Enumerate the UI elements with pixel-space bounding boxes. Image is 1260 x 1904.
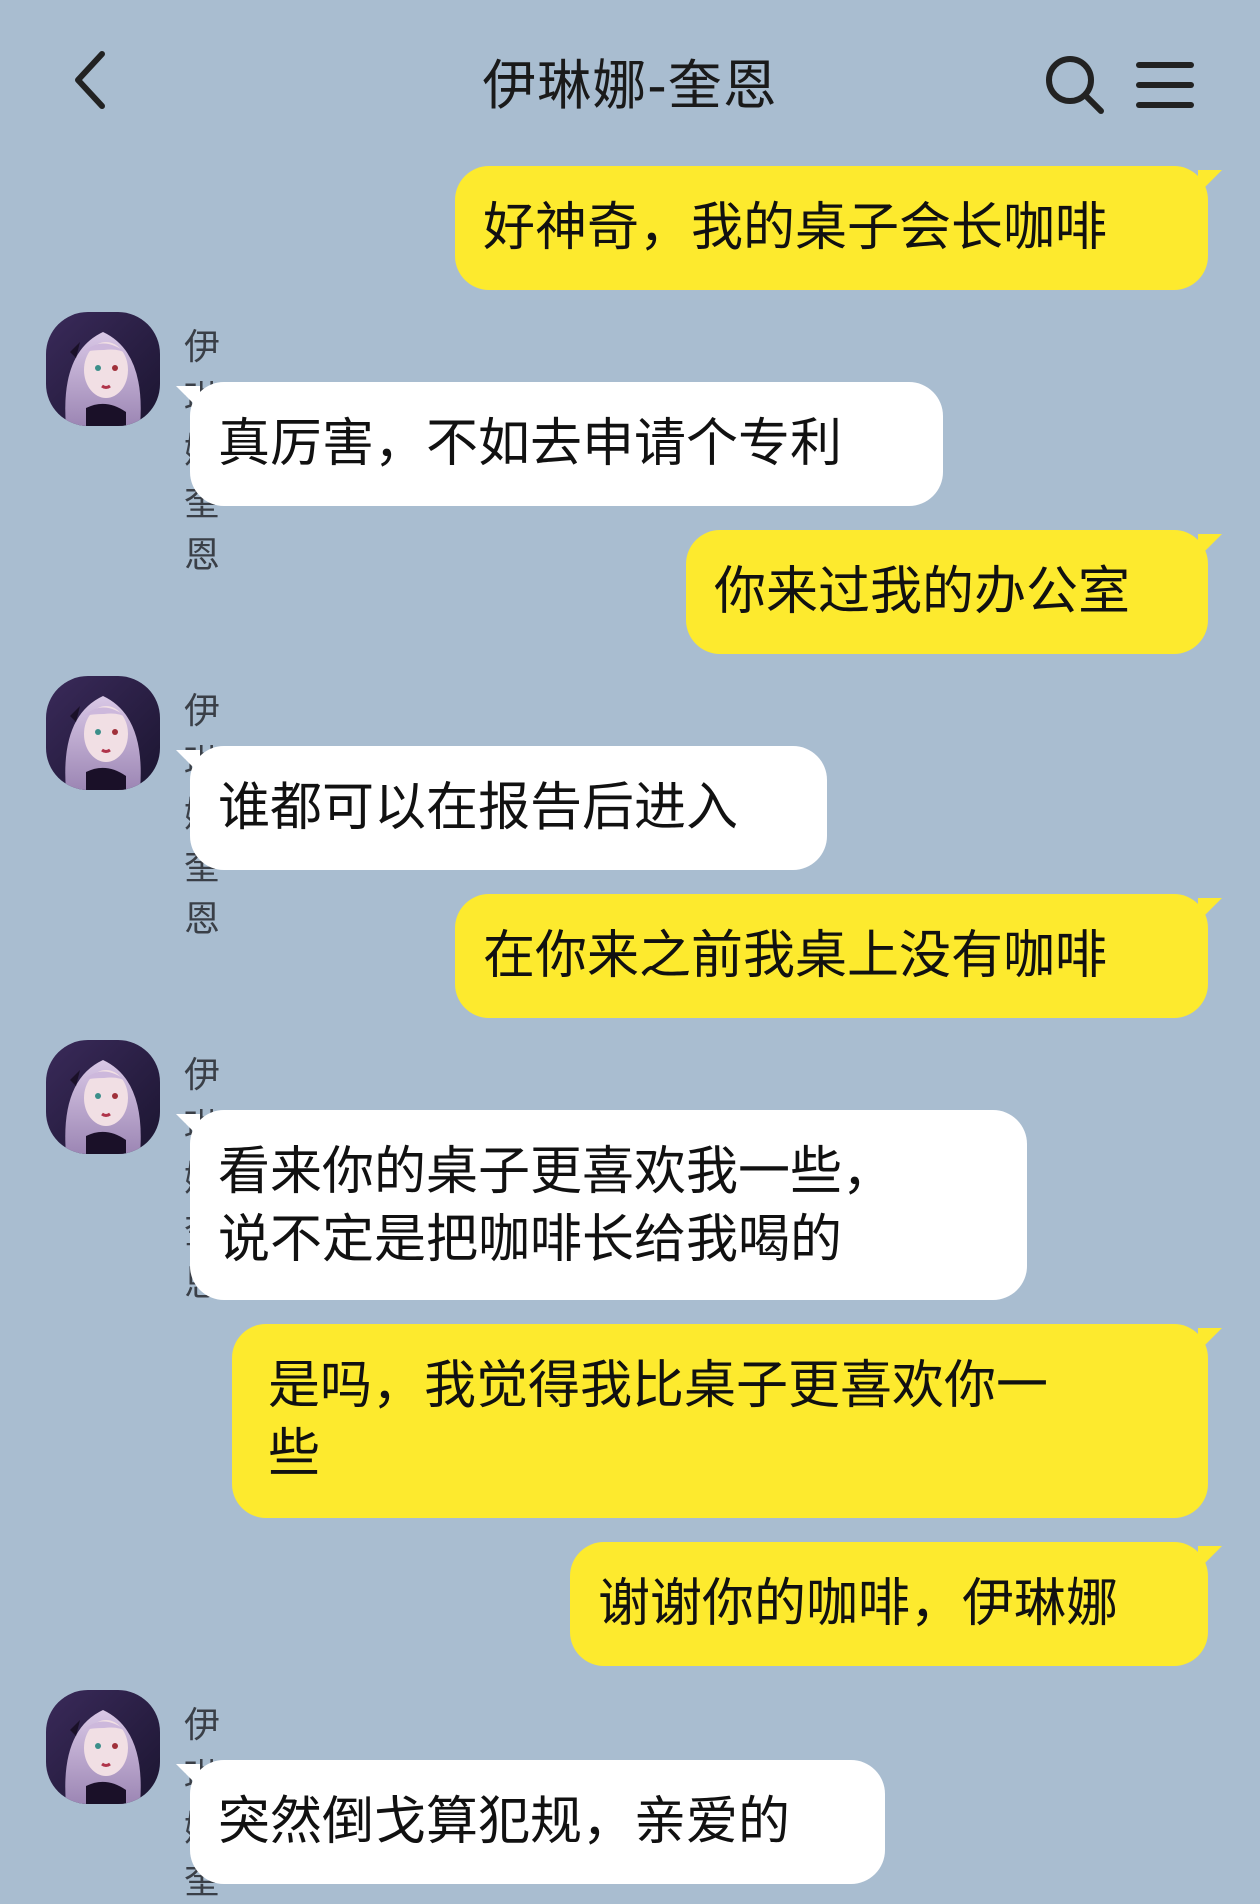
menu-icon <box>1136 62 1194 108</box>
chevron-left-icon <box>75 51 105 109</box>
back-button[interactable] <box>60 45 120 115</box>
bubble-tail <box>1198 1546 1222 1570</box>
search-button[interactable] <box>1040 50 1110 120</box>
bubble-tail <box>1198 898 1222 922</box>
bubble-tail <box>176 386 200 410</box>
bubble-tail <box>176 1114 200 1138</box>
avatar[interactable] <box>46 676 160 790</box>
bubble-tail <box>176 1764 200 1788</box>
message-bubble-out[interactable]: 谢谢你的咖啡，伊琳娜 <box>570 1542 1208 1666</box>
bubble-tail <box>176 750 200 774</box>
avatar[interactable] <box>46 312 160 426</box>
message-bubble-out[interactable]: 好神奇，我的桌子会长咖啡 <box>455 166 1208 290</box>
message-bubble-in[interactable]: 真厉害，不如去申请个专利 <box>190 382 943 506</box>
bubble-tail <box>1198 170 1222 194</box>
bubble-tail <box>1198 1328 1222 1352</box>
message-bubble-out[interactable]: 你来过我的办公室 <box>686 530 1208 654</box>
message-bubble-in[interactable]: 突然倒戈算犯规，亲爱的 <box>190 1760 885 1884</box>
message-bubble-out[interactable]: 在你来之前我桌上没有咖啡 <box>455 894 1208 1018</box>
avatar[interactable] <box>46 1690 160 1804</box>
message-bubble-in[interactable]: 看来你的桌子更喜欢我一些， 说不定是把咖啡长给我喝的 <box>190 1110 1027 1300</box>
message-bubble-in[interactable]: 谁都可以在报告后进入 <box>190 746 827 870</box>
bubble-tail <box>1198 534 1222 558</box>
search-icon <box>1046 56 1104 114</box>
chat-header: 伊琳娜-奎恩 <box>0 0 1260 160</box>
avatar[interactable] <box>46 1040 160 1154</box>
message-bubble-out[interactable]: 是吗，我觉得我比桌子更喜欢你一 些 <box>232 1324 1208 1518</box>
menu-button[interactable] <box>1130 50 1200 120</box>
